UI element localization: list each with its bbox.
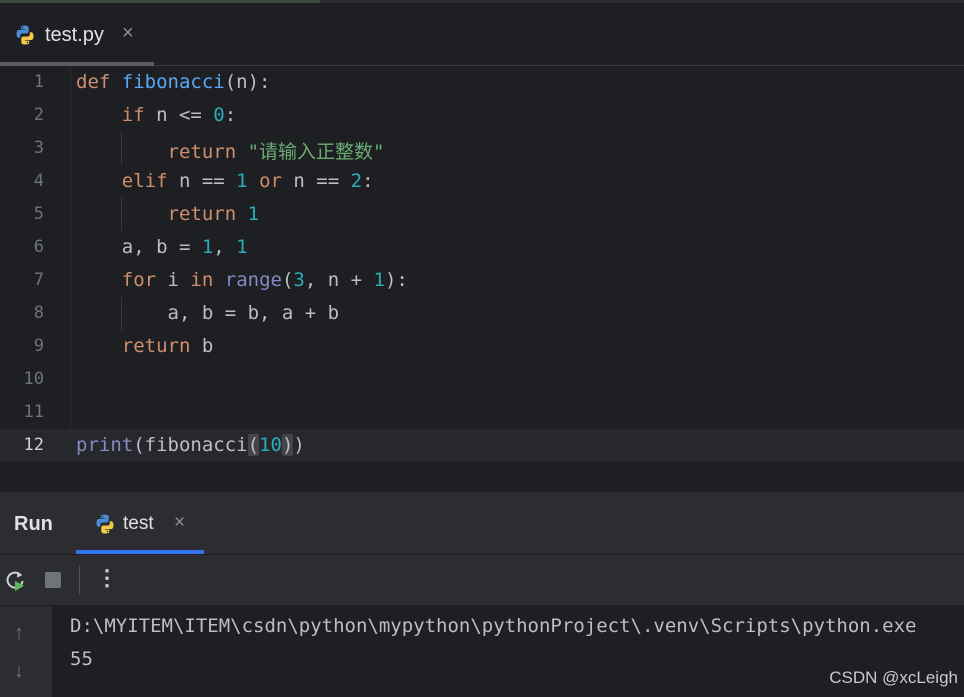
line-number: 12	[23, 435, 44, 455]
line-number: 9	[33, 336, 44, 356]
indent-guide	[121, 198, 122, 231]
line-number: 10	[23, 369, 44, 389]
tab-label: test.py	[45, 24, 104, 46]
code-line[interactable]: 3 return "请输入正整数"	[0, 132, 964, 165]
tab-active-indicator	[76, 550, 204, 554]
code-text: for i in range(3, n + 1):	[121, 269, 408, 291]
matched-bracket: )	[281, 434, 294, 456]
close-icon[interactable]: ×	[122, 22, 134, 45]
current-code-line[interactable]: 12 print(fibonacci(10))	[0, 429, 964, 462]
run-tab-label: test	[123, 513, 154, 534]
more-options-icon[interactable]: ⋮	[96, 565, 118, 591]
console-side-toolbar: ↑ ↓	[0, 606, 52, 697]
run-toolbar: ⋮	[0, 555, 964, 606]
code-line[interactable]: 2 if n <= 0:	[0, 99, 964, 132]
editor-tab-bar: test.py ×	[0, 3, 964, 66]
code-text: elif n == 1 or n == 2:	[121, 170, 374, 192]
up-arrow-icon[interactable]: ↑	[14, 622, 24, 645]
line-number: 8	[33, 303, 44, 323]
code-line[interactable]: 9 return b	[0, 330, 964, 363]
code-line[interactable]: 5 return 1	[0, 198, 964, 231]
indent-guide	[121, 297, 122, 330]
tab-test-py[interactable]: test.py ×	[0, 3, 154, 66]
code-line[interactable]: 11	[0, 396, 964, 429]
code-line[interactable]: 1 def fibonacci(n):	[0, 66, 964, 99]
code-editor[interactable]: 1 def fibonacci(n): 2 if n <= 0: 3 retur…	[0, 66, 964, 462]
code-text: a, b = 1, 1	[121, 236, 248, 258]
indent-guide	[121, 132, 122, 165]
console-line: D:\MYITEM\ITEM\csdn\python\mypython\pyth…	[70, 615, 917, 637]
code-text: print(fibonacci(10))	[76, 434, 305, 456]
tab-run-test[interactable]: test ×	[76, 492, 204, 554]
code-text: def fibonacci(n):	[76, 71, 271, 93]
code-line[interactable]: 6 a, b = 1, 1	[0, 231, 964, 264]
run-tool-window: Run test × ⋮ ↑ ↓ D:\MYITEM\ITEM\csdn\pyt…	[0, 492, 964, 697]
code-text: return "请输入正整数"	[167, 141, 385, 163]
watermark: CSDN @xcLeigh	[829, 668, 958, 687]
run-title: Run	[14, 513, 53, 535]
code-line[interactable]: 4 elif n == 1 or n == 2:	[0, 165, 964, 198]
close-icon[interactable]: ×	[174, 512, 185, 534]
toolbar-divider	[79, 565, 80, 595]
run-header: Run test ×	[0, 492, 964, 555]
code-text: return b	[121, 335, 214, 357]
python-icon	[94, 513, 116, 540]
line-number: 5	[33, 204, 44, 224]
code-line[interactable]: 7 for i in range(3, n + 1):	[0, 264, 964, 297]
stop-icon[interactable]	[45, 572, 61, 588]
line-number: 7	[33, 270, 44, 290]
line-number: 3	[33, 138, 44, 158]
line-number: 4	[33, 171, 44, 191]
code-text: if n <= 0:	[121, 104, 237, 126]
rerun-icon[interactable]	[4, 567, 28, 593]
python-icon	[14, 24, 36, 51]
down-arrow-icon[interactable]: ↓	[14, 660, 24, 683]
code-line[interactable]: 10	[0, 363, 964, 396]
matched-bracket: (	[247, 434, 260, 456]
line-number: 6	[33, 237, 44, 257]
console-output[interactable]: D:\MYITEM\ITEM\csdn\python\mypython\pyth…	[52, 606, 964, 697]
line-number: 1	[33, 72, 44, 92]
line-number: 2	[33, 105, 44, 125]
code-line[interactable]: 8 a, b = b, a + b	[0, 297, 964, 330]
code-text: a, b = b, a + b	[167, 302, 340, 324]
line-number: 11	[23, 402, 44, 422]
console-line: 55	[70, 648, 93, 670]
code-text: return 1	[167, 203, 260, 225]
